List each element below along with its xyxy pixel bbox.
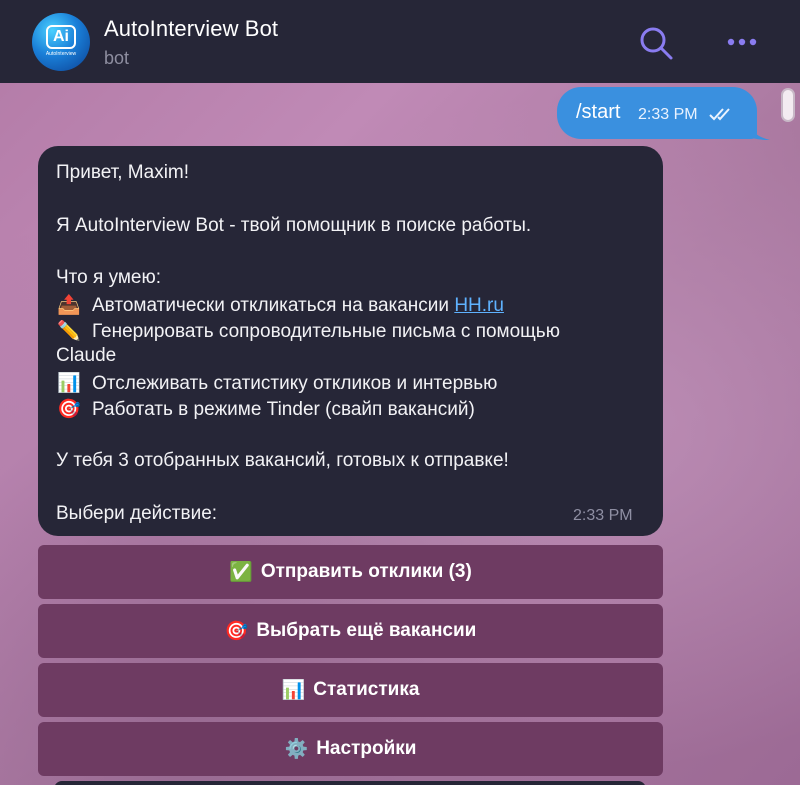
incoming-time: 2:33 PM bbox=[573, 507, 633, 524]
pencil-icon: ✏️ bbox=[57, 321, 81, 342]
message-input-edge bbox=[54, 781, 646, 785]
chart-icon: 📊 bbox=[281, 680, 306, 701]
button-label: Отправить отклики (3) bbox=[260, 561, 472, 582]
outgoing-time: 2:33 PM bbox=[638, 106, 698, 123]
skill-text: Работать в режиме Tinder (свайп вакансий… bbox=[92, 399, 475, 420]
incoming-message[interactable]: Привет, Maxim! Я AutoInterview Bot - тво… bbox=[38, 146, 663, 536]
status-text: У тебя 3 отобранных вакансий, готовых к … bbox=[56, 450, 509, 471]
avatar-text: AutoInterview bbox=[45, 51, 77, 57]
skills-title: Что я умею: bbox=[56, 267, 162, 288]
chat-subtitle: bot bbox=[104, 48, 130, 68]
skill-item: 📤 Автоматически откликаться на вакансии H… bbox=[56, 293, 504, 317]
prompt-text: Выбери действие: bbox=[56, 503, 218, 524]
avatar-glyph: Ai bbox=[46, 25, 76, 49]
more-button[interactable] bbox=[725, 33, 761, 51]
target-icon: 🎯 bbox=[224, 621, 249, 642]
outgoing-text: /start bbox=[576, 101, 621, 123]
skill-text: Генерировать сопроводительные письма с п… bbox=[92, 321, 560, 342]
choose-more-vacancies-button[interactable]: 🎯 Выбрать ещё вакансии bbox=[38, 604, 663, 658]
gear-icon: ⚙️ bbox=[284, 739, 309, 760]
send-responses-button[interactable]: ✅ Отправить отклики (3) bbox=[38, 545, 663, 599]
chart-icon: 📊 bbox=[57, 373, 81, 394]
scrollbar-thumb[interactable] bbox=[781, 88, 795, 122]
double-check-icon bbox=[709, 108, 730, 121]
skill-item: ✏️ Генерировать сопроводительные письма с… bbox=[56, 319, 560, 343]
intro-text: Я AutoInterview Bot - твой помощник в по… bbox=[56, 215, 532, 236]
check-mark-icon: ✅ bbox=[229, 562, 253, 583]
skill-text-continued: Claude bbox=[56, 345, 117, 366]
settings-button[interactable]: ⚙️ Настройки bbox=[38, 722, 663, 776]
outgoing-message[interactable]: /start 2:33 PM bbox=[557, 87, 757, 139]
button-label: Выбрать ещё вакансии bbox=[256, 620, 477, 641]
greeting-text: Привет, Maxim! bbox=[56, 162, 190, 183]
target-icon: 🎯 bbox=[57, 399, 81, 420]
statistics-button[interactable]: 📊 Статистика bbox=[38, 663, 663, 717]
bot-avatar[interactable]: Ai AutoInterview bbox=[32, 13, 90, 71]
more-icon bbox=[727, 38, 757, 46]
search-button[interactable] bbox=[638, 25, 674, 61]
hh-link[interactable]: HH.ru bbox=[454, 295, 504, 316]
skill-item: 🎯 Работать в режиме Tinder (свайп ваканси… bbox=[56, 397, 475, 421]
outgoing-tail bbox=[748, 122, 770, 140]
button-label: Статистика bbox=[313, 679, 420, 700]
skill-item: 📊 Отслеживать статистику откликов и интер… bbox=[56, 371, 497, 395]
button-label: Настройки bbox=[316, 738, 417, 759]
chat-title[interactable]: AutoInterview Bot bbox=[104, 16, 278, 42]
skill-text: Автоматически откликаться на вакансии bbox=[92, 295, 455, 316]
outbox-icon: 📤 bbox=[57, 295, 81, 316]
search-icon bbox=[640, 27, 673, 60]
chat-header: Ai AutoInterview AutoInterview Bot bot bbox=[0, 0, 800, 83]
skill-text: Отслеживать статистику откликов и интерв… bbox=[92, 373, 498, 394]
